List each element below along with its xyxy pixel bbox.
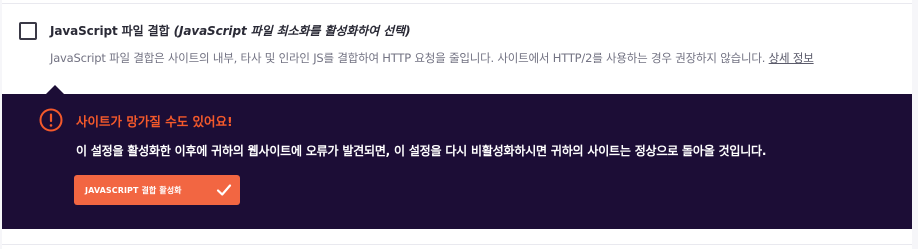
divider xyxy=(2,244,912,245)
combine-js-checkbox[interactable] xyxy=(19,22,37,40)
divider xyxy=(2,3,912,4)
activate-combine-js-button[interactable]: JAVASCRIPT 결합 활성화 xyxy=(74,175,240,205)
warning-message: 이 설정을 활성화한 이후에 귀하의 웹사이트에 오류가 발견되면, 이 설정을… xyxy=(76,144,767,158)
warning-pointer xyxy=(46,85,64,94)
page: JavaScript 파일 결합 (JavaScript 파일 최소화를 활성화… xyxy=(0,0,918,249)
option-description: JavaScript 파일 결합은 사이트의 내부, 타사 및 인라인 JS를 … xyxy=(50,49,892,67)
exclamation-circle-icon xyxy=(39,108,63,132)
option-title[interactable]: JavaScript 파일 결합 (JavaScript 파일 최소화를 활성화… xyxy=(50,22,411,39)
option-title-note: (JavaScript 파일 최소화를 활성화하여 선택) xyxy=(173,24,411,38)
more-info-link[interactable]: 상세 정보 xyxy=(769,51,814,65)
option-title-text: JavaScript 파일 결합 xyxy=(50,24,170,38)
checkmark-icon xyxy=(216,184,232,196)
warning-title: 사이트가 망가질 수도 있어요! xyxy=(76,114,233,129)
warning-panel: 사이트가 망가질 수도 있어요! 이 설정을 활성화한 이후에 귀하의 웹사이트… xyxy=(2,94,912,229)
option-description-text: JavaScript 파일 결합은 사이트의 내부, 타사 및 인라인 JS를 … xyxy=(50,51,766,65)
activate-button-label: JAVASCRIPT 결합 활성화 xyxy=(85,185,182,195)
settings-card: JavaScript 파일 결합 (JavaScript 파일 최소화를 활성화… xyxy=(2,0,912,249)
